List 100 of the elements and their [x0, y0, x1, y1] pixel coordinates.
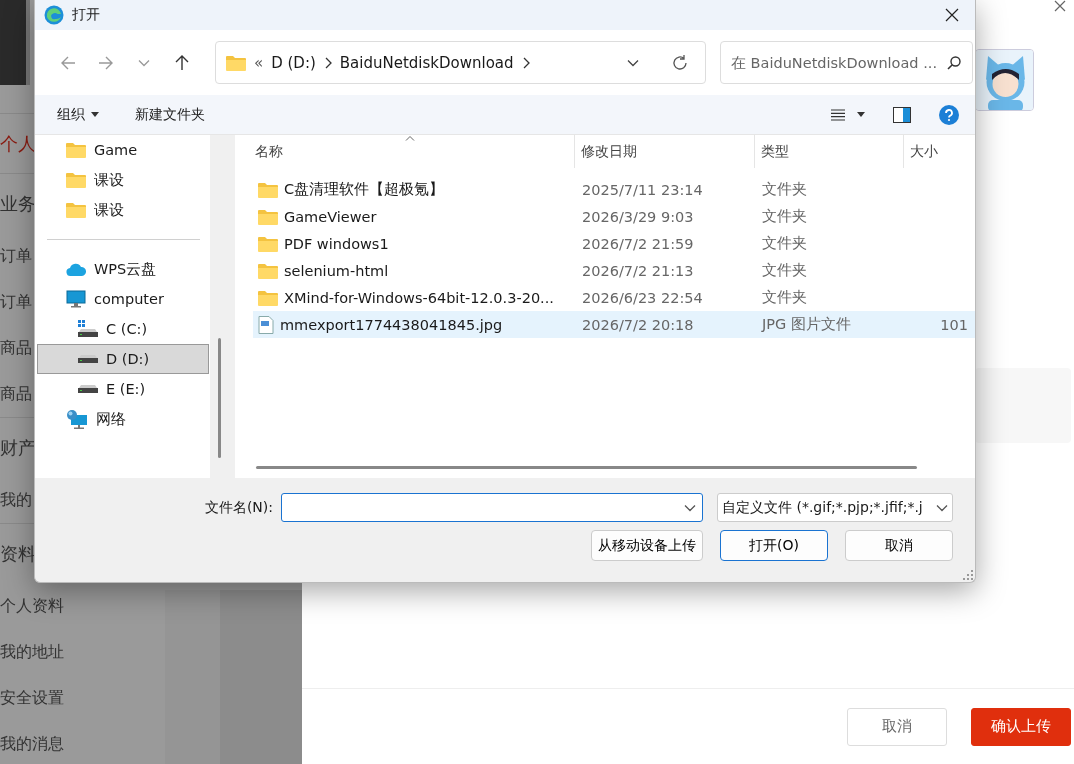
file-row[interactable]: XMind-for-Windows-64bit-12.0.3-20... 2026/6/23 22:54 文件夹 — [253, 284, 975, 311]
pane-icon — [893, 106, 911, 123]
sidebar-item[interactable]: 我的 — [0, 490, 32, 511]
arrow-right-icon — [98, 54, 114, 71]
sidebar-item[interactable]: 财产 — [0, 435, 36, 460]
sidebar-item[interactable]: 我的消息 — [0, 734, 64, 755]
new-folder-button[interactable]: 新建文件夹 — [125, 101, 215, 128]
file-date: 2026/7/2 21:13 — [581, 262, 695, 279]
arrow-left-icon — [60, 54, 76, 71]
file-row[interactable]: mmexport1774438041845.jpg 2026/7/2 20:18 JPG 图片文件 101 — [253, 311, 975, 338]
chevron-down-icon — [936, 503, 948, 512]
file-size: 101 — [939, 316, 969, 333]
file-name: mmexport1774438041845.jpg — [280, 316, 503, 333]
nav-item[interactable]: C (C:) — [37, 314, 209, 344]
file-type: 文件夹 — [761, 234, 808, 253]
column-header[interactable]: 名称 — [235, 135, 575, 168]
nav-item[interactable]: 课设 — [37, 195, 209, 225]
refresh-icon — [671, 53, 689, 72]
chevron-down-icon — [684, 503, 696, 512]
file-name: PDF windows1 — [284, 235, 389, 252]
dialog-button[interactable]: 打开(O) — [720, 530, 828, 561]
file-type-dropdown[interactable]: 自定义文件 (*.gif;*.pjp;*.jfif;*.j — [717, 493, 953, 522]
folder-icon — [258, 289, 278, 306]
file-row[interactable]: selenium-html 2026/7/2 21:13 文件夹 — [253, 257, 975, 284]
drive-icon — [76, 354, 98, 364]
drive-icon — [76, 320, 98, 338]
field-label: 文件名(N): — [204, 498, 273, 517]
resize-grip-icon — [963, 570, 973, 580]
chevron-right-icon — [521, 56, 530, 69]
sidebar-item[interactable]: 个人资料 — [0, 596, 64, 617]
sidebar-item[interactable]: 订单 — [0, 246, 32, 267]
image-file-icon — [258, 315, 274, 334]
file-row[interactable]: C盘清理软件【超极氪】 2025/7/11 23:14 文件夹 — [253, 176, 975, 203]
file-name: GameViewer — [284, 208, 377, 225]
organize-menu[interactable]: 组织 — [47, 101, 109, 128]
confirm-button[interactable]: 确认上传 — [971, 707, 1071, 746]
chevron-down-icon — [138, 58, 150, 67]
nav-item[interactable]: computer — [37, 284, 209, 314]
scrollbar-thumb[interactable] — [218, 338, 221, 458]
dialog-button[interactable]: 从移动设备上传 — [591, 530, 703, 561]
search-field[interactable]: 在 BaiduNetdiskDownload ... — [720, 41, 973, 84]
file-type: 文件夹 — [761, 180, 808, 199]
browser-icon — [44, 5, 64, 25]
chevron-down-icon — [627, 58, 639, 67]
scrollbar-thumb[interactable] — [256, 466, 917, 469]
sidebar-item[interactable]: 安全设置 — [0, 688, 64, 709]
sidebar-item[interactable]: 我的地址 — [0, 642, 64, 663]
column-header[interactable]: 类型 — [755, 135, 904, 168]
cancel-button[interactable]: 取消 — [847, 707, 947, 746]
close-icon[interactable] — [1052, 0, 1068, 14]
nav-item[interactable]: E (E:) — [37, 374, 209, 404]
sidebar-item[interactable]: 商品 — [0, 338, 32, 359]
file-row[interactable]: GameViewer 2026/3/29 9:03 文件夹 — [253, 203, 975, 230]
nav-item[interactable]: 网络 — [37, 404, 209, 434]
file-name: XMind-for-Windows-64bit-12.0.3-20... — [284, 289, 554, 306]
file-date: 2026/6/23 22:54 — [581, 289, 704, 306]
nav-item[interactable]: 课设 — [37, 165, 209, 195]
column-header[interactable]: 修改日期 — [575, 135, 755, 168]
window-title: 打开 — [72, 6, 101, 24]
folder-icon — [258, 262, 278, 279]
file-name-field[interactable] — [281, 493, 703, 522]
monitor-icon — [66, 290, 86, 308]
folder-icon — [66, 172, 86, 188]
sidebar-item[interactable]: 订单 — [0, 292, 32, 313]
breadcrumb[interactable]: BaiduNetdiskDownload — [339, 53, 514, 72]
breadcrumb[interactable]: D (D:) — [271, 53, 316, 72]
cloud-icon — [66, 261, 86, 277]
folder-icon — [66, 142, 86, 158]
nav-item[interactable]: D (D:) — [37, 344, 209, 374]
file-date: 2025/7/11 23:14 — [581, 181, 704, 198]
caret-down-icon — [91, 112, 99, 117]
nav-item[interactable]: WPS云盘 — [37, 254, 209, 284]
sort-caret-icon — [405, 135, 415, 141]
nav-item[interactable]: Game — [37, 135, 209, 165]
folder-icon — [258, 208, 278, 225]
dialog-button[interactable]: 取消 — [845, 530, 953, 561]
folder-icon — [258, 235, 278, 252]
file-name: selenium-html — [284, 262, 389, 279]
list-view-icon — [831, 108, 845, 121]
column-header[interactable]: 大小 — [904, 135, 975, 168]
network-icon — [66, 409, 88, 429]
help-icon — [939, 104, 959, 125]
file-type: JPG 图片文件 — [760, 315, 852, 334]
file-date: 2026/3/29 9:03 — [581, 208, 695, 225]
file-type: 文件夹 — [761, 207, 808, 226]
file-type: 文件夹 — [761, 288, 808, 307]
file-date: 2026/7/2 20:18 — [581, 316, 695, 333]
sidebar-item[interactable]: 资料 — [0, 541, 36, 566]
sidebar-item[interactable]: 业务 — [0, 191, 36, 216]
chevron-right-icon — [323, 56, 332, 69]
sidebar-item[interactable]: 商品 — [0, 384, 32, 405]
file-row[interactable]: PDF windows1 2026/7/2 21:59 文件夹 — [253, 230, 975, 257]
file-type: 文件夹 — [761, 261, 808, 280]
folder-icon — [226, 54, 246, 71]
folder-icon — [66, 202, 86, 218]
overflow-crumb[interactable]: « — [254, 53, 264, 72]
address-bar[interactable]: « D (D:) BaiduNetdiskDownload — [215, 41, 706, 84]
file-name: C盘清理软件【超极氪】 — [284, 180, 445, 199]
search-icon — [947, 56, 961, 70]
arrow-up-icon — [174, 54, 190, 71]
